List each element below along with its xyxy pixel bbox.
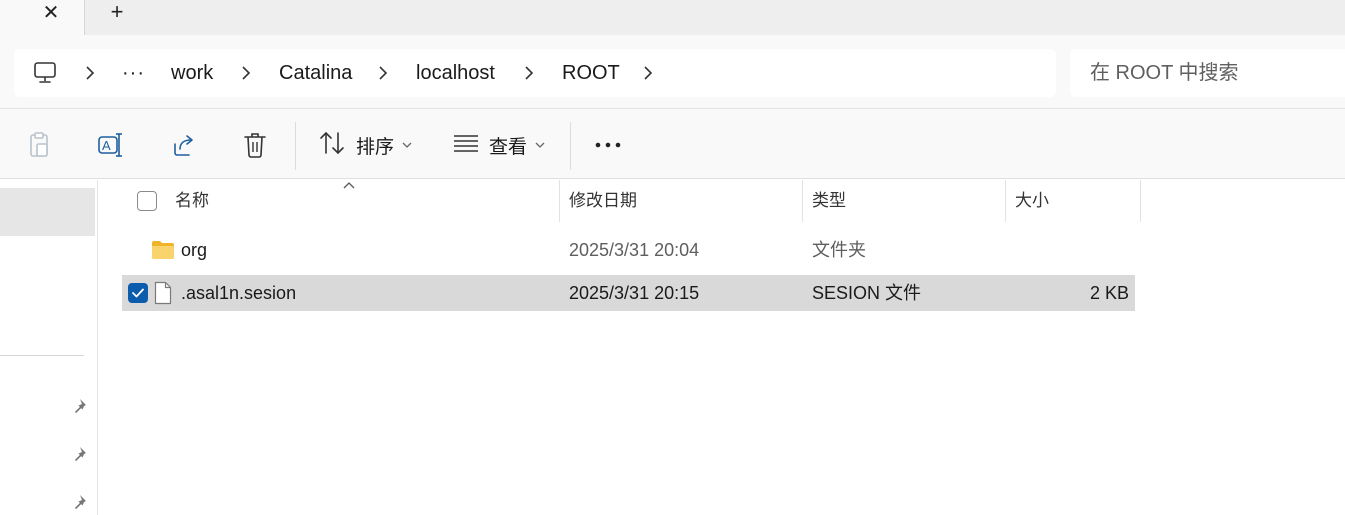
- file-type: 文件夹: [812, 240, 866, 260]
- pin-icon[interactable]: [73, 445, 91, 463]
- sort-button[interactable]: 排序: [318, 129, 412, 161]
- rename-icon[interactable]: A: [95, 129, 127, 161]
- file-row-selected[interactable]: .asal1n.sesion 2025/3/31 20:15 SESION 文件…: [122, 275, 1135, 311]
- breadcrumb-localhost[interactable]: localhost: [416, 49, 495, 97]
- column-header-name[interactable]: 名称: [175, 180, 209, 222]
- delete-icon[interactable]: [241, 129, 269, 161]
- more-icon[interactable]: [594, 129, 622, 161]
- column-header-modified[interactable]: 修改日期: [569, 180, 637, 222]
- column-header-size[interactable]: 大小: [1015, 180, 1049, 222]
- file-icon: [154, 281, 172, 305]
- nav-item-selected[interactable]: [0, 188, 95, 236]
- toolbar-separator: [570, 122, 571, 170]
- file-type: SESION 文件: [812, 283, 922, 303]
- tab-divider: [84, 0, 85, 35]
- file-modified: 2025/3/31 20:04: [569, 240, 700, 260]
- chevron-right-icon[interactable]: [377, 49, 389, 97]
- nav-divider: [0, 355, 84, 356]
- file-size: 2 KB: [1089, 283, 1129, 303]
- address-row: ··· work Catalina localhost ROOT: [0, 35, 1345, 108]
- tab-strip: ✕ +: [0, 0, 1345, 35]
- column-separator[interactable]: [559, 180, 560, 222]
- checkmark-icon: [132, 288, 144, 298]
- file-name[interactable]: .asal1n.sesion: [181, 275, 296, 311]
- view-label: 查看: [489, 136, 528, 158]
- sort-label: 排序: [356, 136, 395, 158]
- chevron-right-icon[interactable]: [84, 49, 96, 97]
- view-button[interactable]: 查看: [453, 129, 545, 161]
- pin-icon[interactable]: [73, 493, 91, 511]
- column-separator[interactable]: [1005, 180, 1006, 222]
- chevron-right-icon[interactable]: [642, 49, 654, 97]
- address-bar[interactable]: ··· work Catalina localhost ROOT: [14, 49, 1056, 97]
- column-header-type[interactable]: 类型: [812, 180, 846, 222]
- computer-icon[interactable]: [32, 61, 58, 85]
- active-tab[interactable]: ✕: [0, 0, 84, 35]
- pin-icon[interactable]: [73, 397, 91, 415]
- share-icon[interactable]: [170, 129, 198, 161]
- breadcrumb-catalina[interactable]: Catalina: [279, 49, 352, 97]
- chevron-down-icon: [535, 138, 545, 152]
- sort-ascending-icon: [342, 178, 356, 192]
- file-modified: 2025/3/31 20:15: [569, 283, 700, 303]
- sort-icon: [318, 130, 346, 161]
- breadcrumb-root[interactable]: ROOT: [562, 49, 620, 97]
- view-icon: [453, 133, 479, 158]
- breadcrumb-work[interactable]: work: [171, 49, 213, 97]
- close-tab-icon[interactable]: ✕: [40, 1, 62, 24]
- file-name[interactable]: org: [181, 232, 207, 268]
- svg-text:A: A: [102, 138, 111, 153]
- chevron-down-icon: [402, 138, 412, 152]
- chevron-right-icon[interactable]: [523, 49, 535, 97]
- chevron-right-icon[interactable]: [240, 49, 252, 97]
- search-input[interactable]: [1090, 49, 1340, 97]
- navigation-pane: [0, 180, 98, 515]
- search-box[interactable]: [1070, 49, 1345, 97]
- new-tab-button[interactable]: +: [106, 0, 128, 24]
- command-bar: A 排序 查看: [0, 109, 1345, 179]
- file-row-folder[interactable]: org 2025/3/31 20:04 文件夹: [122, 232, 1135, 268]
- breadcrumb-overflow[interactable]: ···: [122, 49, 145, 97]
- folder-icon: [151, 240, 175, 260]
- toolbar-separator: [295, 122, 296, 170]
- column-separator[interactable]: [1140, 180, 1141, 222]
- column-separator[interactable]: [802, 180, 803, 222]
- row-checkbox-checked[interactable]: [128, 283, 148, 303]
- column-header-row: 名称 修改日期 类型 大小: [122, 178, 1141, 222]
- paste-icon[interactable]: [24, 129, 54, 161]
- select-all-checkbox[interactable]: [137, 191, 157, 211]
